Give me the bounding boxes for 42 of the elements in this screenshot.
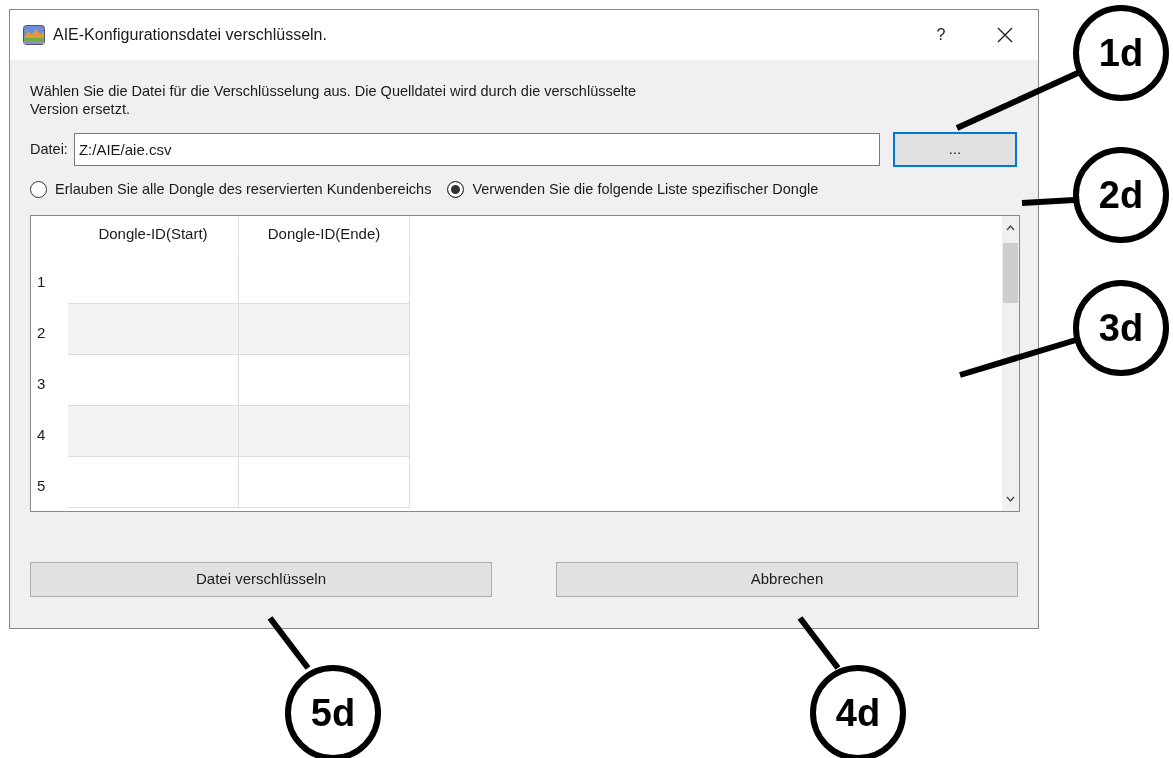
radio-button[interactable]: [447, 181, 465, 199]
leader-line: [1021, 197, 1075, 206]
row-number: 4: [36, 425, 47, 446]
column-header[interactable]: Dongle-ID(Start): [68, 215, 239, 253]
table-cell[interactable]: [68, 456, 239, 508]
callout-label: 3d: [1073, 280, 1169, 376]
table-cell[interactable]: [239, 354, 410, 406]
instructions-text: Wählen Sie die Datei für die Verschlüsselung aus. Die Quelldatei wird durch die verschlüsselte Version ersetzt.: [30, 82, 638, 118]
table-cell[interactable]: [239, 252, 410, 304]
browse-button[interactable]: ...: [892, 132, 1017, 167]
file-path-field[interactable]: Z:/AIE/aie.csv: [73, 133, 880, 166]
table-cell[interactable]: [239, 303, 410, 355]
table-cell[interactable]: [239, 456, 410, 508]
window-title: AIE-Konfigurationsdatei verschlüsseln.: [53, 25, 327, 45]
column-header[interactable]: Dongle-ID(Ende): [239, 215, 410, 253]
encrypt-button[interactable]: Datei verschlüsseln: [30, 561, 492, 597]
radio-button[interactable]: [30, 181, 47, 199]
table-cell[interactable]: [68, 405, 239, 457]
scroll-down-icon: [1006, 495, 1015, 502]
file-label: Datei:: [30, 139, 68, 159]
help-button[interactable]: ?: [921, 23, 961, 47]
callout-label: 4d: [810, 665, 906, 758]
scrollbar[interactable]: [1002, 215, 1019, 511]
scroll-up-icon: [1006, 224, 1015, 231]
row-number: 5: [36, 476, 47, 497]
close-icon: [997, 27, 1013, 43]
app-icon: [23, 25, 45, 45]
table-cell[interactable]: [68, 354, 239, 406]
leader-line: [797, 616, 841, 670]
radio-label: Erlauben Sie alle Dongle des reservierten Kundenbereichs: [55, 180, 432, 199]
callout-label: 2d: [1073, 147, 1169, 243]
row-number: 1: [36, 272, 47, 293]
row-number: 2: [36, 323, 47, 344]
cancel-button[interactable]: Abbrechen: [556, 561, 1018, 597]
callout-label: 1d: [1073, 5, 1169, 101]
callout-label: 5d: [285, 665, 381, 758]
leader-line: [267, 616, 311, 670]
radio-label: Verwenden Sie die folgende Liste spezifischer Dongle: [472, 180, 819, 199]
table-cell[interactable]: [68, 303, 239, 355]
table-cell[interactable]: [239, 405, 410, 457]
scrollbar-thumb[interactable]: [1003, 242, 1018, 303]
row-number: 3: [36, 374, 47, 395]
